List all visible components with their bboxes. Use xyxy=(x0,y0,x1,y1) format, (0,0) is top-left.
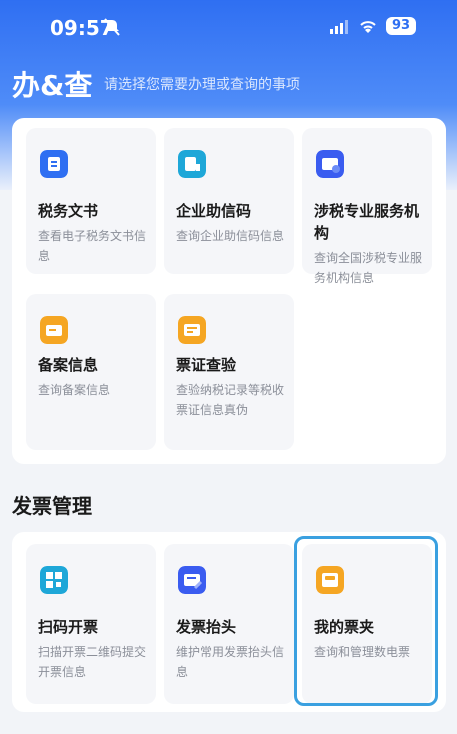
filing-icon xyxy=(40,316,68,344)
status-bar: 09:57 93 xyxy=(0,0,457,56)
invoice-tile-scan[interactable]: 扫码开票 扫描开票二维码提交开票信息 xyxy=(26,544,156,704)
battery-indicator: 93 xyxy=(386,17,416,35)
query-tile-credit-code[interactable]: 企业助信码 查询企业助信码信息 xyxy=(164,128,294,274)
selection-highlight xyxy=(294,536,438,706)
tile-desc: 扫描开票二维码提交开票信息 xyxy=(38,645,147,679)
tile-name: 备案信息 xyxy=(38,356,99,374)
section-title-invoice: 发票管理 xyxy=(12,494,92,518)
invoice-title-icon xyxy=(178,566,206,594)
tile-desc: 查询全国涉税专业服务机构信息 xyxy=(314,251,423,285)
tile-desc: 查询企业助信码信息 xyxy=(176,229,285,243)
query-tile-verify[interactable]: 票证查验 查验纳税记录等税收票证信息真伪 xyxy=(164,294,294,450)
page-title: 办&查 xyxy=(12,69,93,102)
query-tile-service-agency[interactable]: 涉税专业服务机构 查询全国涉税专业服务机构信息 xyxy=(302,128,432,285)
tile-name: 企业助信码 xyxy=(176,202,252,220)
query-tile-tax-documents[interactable]: 税务文书 查看电子税务文书信息 xyxy=(26,128,156,274)
tile-desc: 查询备案信息 xyxy=(38,383,111,397)
page-subtitle: 请选择您需要办理或查询的事项 xyxy=(104,77,300,93)
tile-name: 扫码开票 xyxy=(38,618,99,636)
signal-icon xyxy=(330,20,348,34)
query-tile-filing[interactable]: 备案信息 查询备案信息 xyxy=(26,294,156,450)
tile-desc: 维护常用发票抬头信息 xyxy=(176,645,285,679)
qr-code-icon xyxy=(40,566,68,594)
wifi-icon xyxy=(360,21,376,33)
tile-desc: 查验纳税记录等税收票证信息真伪 xyxy=(176,383,285,417)
tile-name: 发票抬头 xyxy=(176,618,237,636)
silent-bell-icon xyxy=(104,18,120,36)
tile-name: 涉税专业服务机构 xyxy=(314,202,420,242)
tile-name: 票证查验 xyxy=(176,356,237,374)
document-icon xyxy=(40,150,68,178)
tile-name: 税务文书 xyxy=(38,202,99,220)
query-card: 税务文书 查看电子税务文书信息 企业助信码 查询企业助信码信息 涉税专业服务机构… xyxy=(12,118,446,464)
tile-desc: 查看电子税务文书信息 xyxy=(38,229,147,263)
agency-icon xyxy=(316,150,344,178)
credit-code-icon xyxy=(178,150,206,178)
verify-icon xyxy=(178,316,206,344)
invoice-tile-title[interactable]: 发票抬头 维护常用发票抬头信息 xyxy=(164,544,294,704)
